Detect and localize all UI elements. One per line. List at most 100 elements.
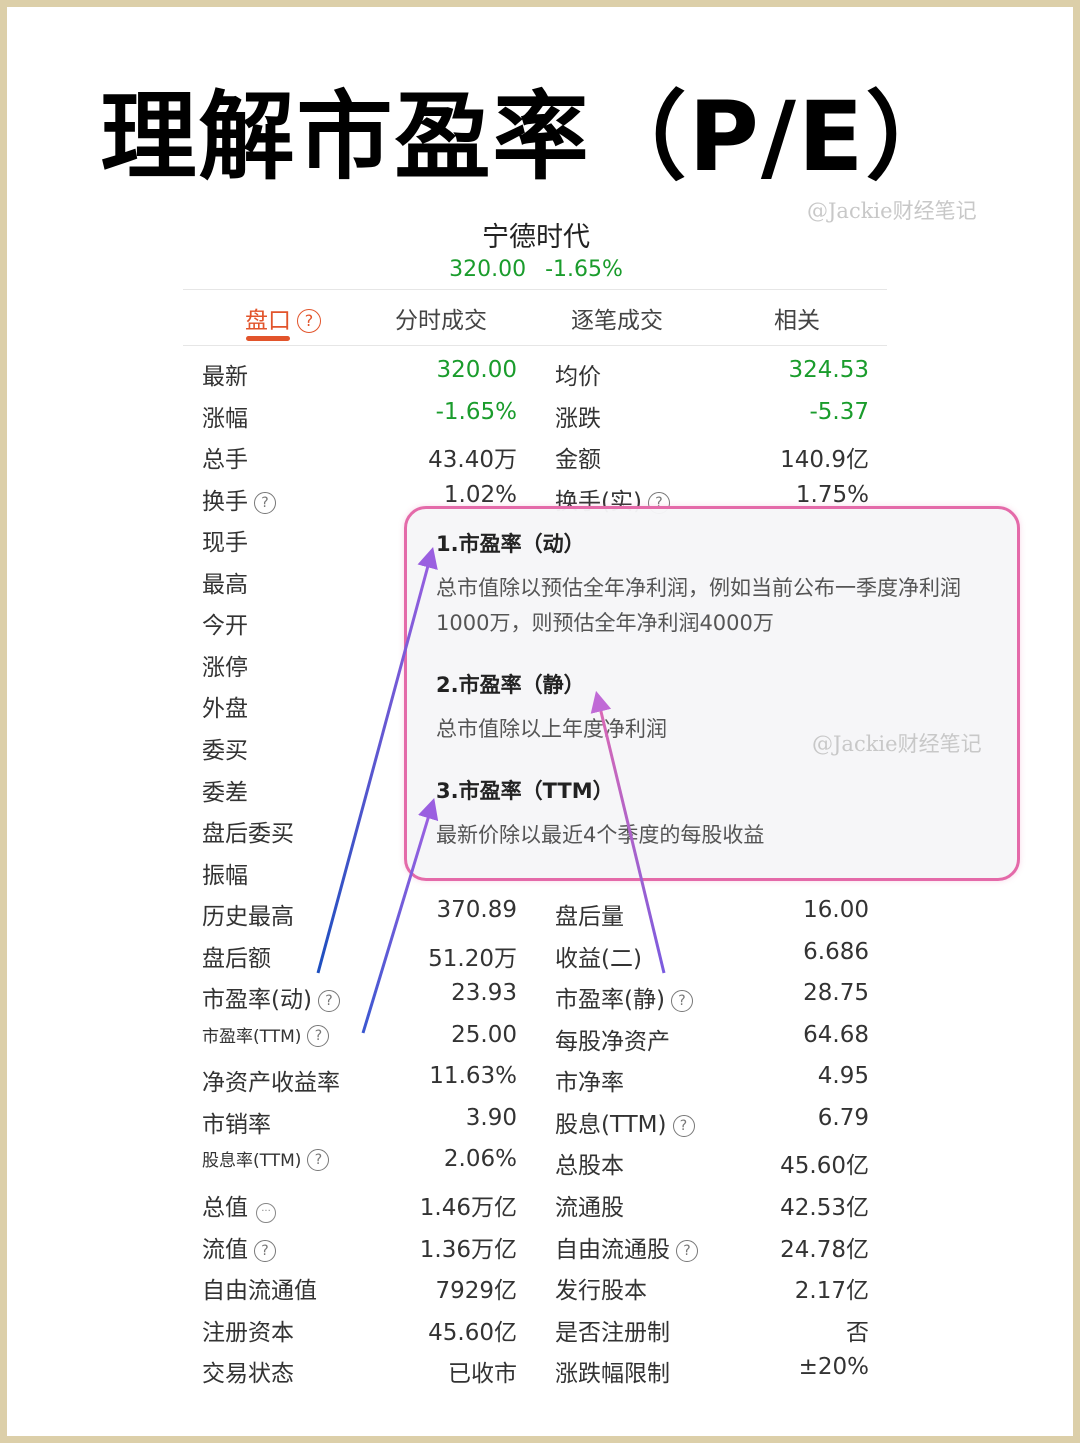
row-label-right: 均价 [555,357,601,391]
tab-time-trades[interactable]: 分时成交 [395,301,487,335]
row-value-left: 320.00 [437,357,517,383]
question-circle-icon[interactable]: ? [254,491,276,514]
row-value-right-text: 24.78亿 [780,1236,869,1263]
row-label-left-text: 市盈率(动) [202,987,312,1014]
row-label-left-text: 注册资本 [202,1319,294,1346]
table-row: 自由流通值 7929亿 发行股本 2.17亿 [7,1271,1073,1312]
stock-name: 宁德时代 [482,222,590,253]
row-label-left: 涨幅 [202,399,248,433]
question-circle-icon[interactable]: ? [672,1114,695,1137]
question-circle-icon[interactable]: ? [670,990,693,1013]
ellipsis-circle-icon[interactable]: ··· [256,1203,276,1223]
row-label-left: 历史最高 [202,897,294,931]
row-label-left-text: 涨幅 [202,405,248,432]
row-value-right-text: 6.79 [817,1104,869,1131]
row-label-left: 总值 ··· [202,1188,276,1223]
question-circle-icon[interactable]: ? [254,1239,276,1262]
tab-tick-trades[interactable]: 逐笔成交 [571,301,663,335]
tab-related[interactable]: 相关 [774,301,820,335]
table-row: 股息率(TTM)? 2.06% 总股本 45.60亿 [7,1146,1073,1187]
row-label-left-text: 委买 [202,737,248,764]
row-label-right-text: 发行股本 [555,1278,647,1305]
question-circle-icon[interactable]: ? [307,1024,330,1047]
stock-change-pct: -1.65% [545,257,623,282]
row-label-left-text: 涨停 [202,654,248,681]
row-label-left: 振幅 [202,856,248,890]
table-row: 市盈率(动)? 23.93 市盈率(静)? 28.75 [7,980,1073,1021]
row-value-right: 140.9亿 [780,440,869,474]
row-value-left-text: -1.65% [435,398,517,425]
row-label-right: 流通股 [555,1188,624,1222]
row-label-right: 涨跌 [555,399,601,433]
row-value-left-text: 3.90 [465,1104,517,1131]
row-label-left: 市销率 [202,1105,271,1139]
row-value-right: 16.00 [803,897,869,923]
row-label-right-text: 股息(TTM) [555,1111,667,1138]
row-value-left: 23.93 [451,980,517,1006]
row-label-right-text: 涨跌 [555,405,601,432]
row-value-right-text: -5.37 [809,398,869,425]
row-label-left: 今开 [202,606,248,640]
row-value-right-text: 6.686 [803,938,869,965]
row-label-left-text: 盘后委买 [202,821,294,848]
popup-item-desc: 总市值除以预估全年净利润，例如当前公布一季度净利润1000万，则预估全年净利润4… [436,576,961,635]
table-row: 市销率 3.90 股息(TTM)? 6.79 [7,1104,1073,1146]
table-row: 净资产收益率 11.63% 市净率 4.95 [7,1063,1073,1104]
popup-item-title: 1.市盈率（动） [436,532,585,556]
row-value-right: 324.53 [789,357,869,383]
row-value-left: 1.46万亿 [420,1188,517,1222]
row-label-right: 发行股本 [555,1271,647,1305]
row-value-left: 45.60亿 [428,1313,517,1347]
row-label-right-text: 总股本 [555,1153,624,1180]
table-row: 盘后额 51.20万 收益(二) 6.686 [7,938,1073,980]
row-label-left-text: 最高 [202,571,248,598]
row-value-left: 2.06% [444,1146,517,1172]
row-label-right: 自由流通股? [555,1230,698,1264]
row-value-right-text: 2.17亿 [794,1278,869,1305]
pe-explanation-popup: 1.市盈率（动） 总市值除以预估全年净利润，例如当前公布一季度净利润1000万，… [404,506,1020,881]
row-value-right-text: 4.95 [817,1063,869,1090]
row-label-left-text: 自由流通值 [202,1278,317,1305]
table-row: 市盈率(TTM)? 25.00 每股净资产 64.68 [7,1021,1073,1063]
row-label-right: 每股净资产 [555,1022,670,1056]
row-label-left-text: 市盈率(TTM) [202,1026,302,1047]
row-value-right: 4.95 [818,1063,869,1089]
row-value-right: 6.79 [818,1105,869,1131]
row-label-left: 市盈率(动)? [202,980,340,1014]
row-value-right: 45.60亿 [780,1146,869,1180]
row-label-left: 流值? [202,1230,276,1264]
question-circle-icon[interactable]: ? [307,1149,330,1172]
row-value-right: 24.78亿 [780,1230,869,1264]
row-label-left-text: 今开 [202,613,248,640]
row-value-right-text: 1.75% [795,481,869,508]
row-value-left-text: 370.89 [436,897,517,924]
page-title: 理解市盈率（P/E） [100,81,964,193]
question-circle-icon[interactable]: ? [297,309,321,333]
row-label-left-text: 现手 [202,530,248,557]
row-label-right-text: 盘后量 [555,904,624,931]
question-circle-icon[interactable]: ? [317,990,340,1013]
row-label-left: 总手 [202,440,248,474]
row-label-right: 盘后量 [555,897,624,931]
row-value-left-text: 7929亿 [435,1278,517,1305]
row-value-right: ±20% [799,1354,869,1380]
row-value-left-text: 25.00 [451,1021,517,1048]
question-circle-icon[interactable]: ? [676,1239,698,1262]
row-value-left-text: 2.06% [443,1146,517,1173]
row-label-right: 涨跌幅限制 [555,1354,670,1388]
tab-pankou[interactable]: 盘口? [245,301,321,335]
row-label-left: 盘后额 [202,939,271,973]
row-label-left: 委差 [202,773,248,807]
row-label-left-text: 历史最高 [202,904,294,931]
row-label-left-text: 市销率 [202,1111,271,1138]
row-label-left: 交易状态 [202,1354,294,1388]
popup-item-title: 2.市盈率（静） [436,673,585,697]
row-value-right-text: 45.60亿 [780,1153,869,1180]
row-label-left: 涨停 [202,648,248,682]
table-row: 历史最高 370.89 盘后量 16.00 [7,897,1073,938]
row-label-left: 最高 [202,565,248,599]
row-label-left: 净资产收益率 [202,1063,340,1097]
table-row: 交易状态 已收市 涨跌幅限制 ±20% [7,1354,1073,1395]
row-value-right-text: 140.9亿 [780,447,869,474]
row-value-left: 51.20万 [428,939,517,973]
